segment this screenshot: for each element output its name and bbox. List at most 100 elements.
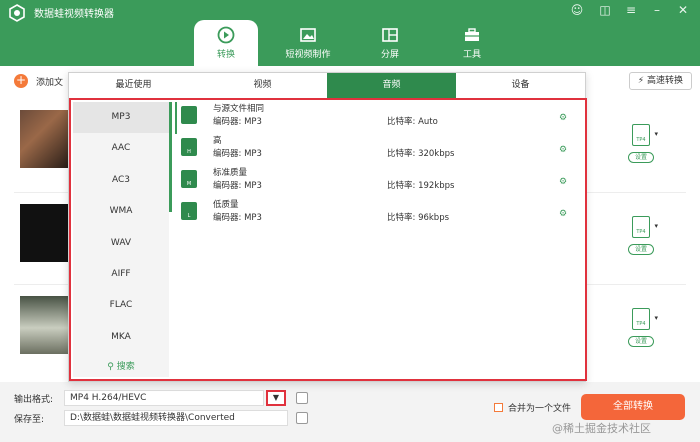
gear-icon[interactable]: ⚙ (559, 113, 567, 123)
format-badge: TP4 (636, 229, 646, 235)
row-settings-button[interactable]: 设置 (628, 336, 654, 347)
option-encoder: 编码器: MP3 (213, 213, 262, 223)
format-item-aac[interactable]: AAC (73, 133, 169, 164)
tab-short-video[interactable]: 短视频制作 (276, 20, 340, 66)
dark-video-thumbnail (20, 204, 68, 262)
checkbox-icon[interactable] (494, 403, 503, 412)
option-row[interactable]: 与源文件相同 编码器: MP3 比特率: Auto ⚙ (179, 102, 579, 132)
output-format-label: 输出格式: (14, 395, 54, 405)
format-list: MP3 AAC AC3 WMA WAV AIFF FLAC MKA (73, 102, 169, 377)
tab-split-screen-label: 分屏 (380, 50, 399, 60)
video-thumbnail[interactable] (20, 110, 68, 168)
tab-split-screen[interactable]: 分屏 (358, 20, 422, 66)
audio-quality-icon: M (181, 170, 197, 188)
plus-icon: + (14, 73, 28, 88)
settings-icon[interactable]: ≡ (624, 3, 638, 17)
landscape-video-thumbnail (20, 110, 68, 168)
format-item-flac[interactable]: FLAC (73, 290, 169, 321)
row-format-control[interactable]: TP4 ▾ 设置 (626, 308, 658, 347)
dropdown-arrow-icon[interactable]: ▾ (654, 222, 658, 230)
video-thumbnail[interactable] (20, 204, 68, 262)
split-screen-icon (382, 28, 398, 42)
dropdown-arrow-icon[interactable]: ▾ (654, 314, 658, 322)
option-bitrate: 比特率: 192kbps (387, 181, 455, 191)
fast-convert-button[interactable]: ⚡ 高速转换 (628, 72, 692, 90)
fast-convert-label: 高速转换 (646, 76, 683, 86)
output-format-field[interactable]: MP4 H.264/HEVC (64, 390, 264, 406)
close-icon[interactable]: ✕ (676, 3, 690, 17)
popup-tabs: 最近使用 视频 音频 设备 (69, 73, 585, 98)
save-path-field[interactable]: D:\数据蛙\数据蛙视频转换器\Converted (64, 410, 288, 426)
tab-device[interactable]: 设备 (456, 73, 585, 98)
audio-quality-icon: H (181, 138, 197, 156)
option-encoder: 编码器: MP3 (213, 181, 262, 191)
format-item-aiff[interactable]: AIFF (73, 259, 169, 290)
format-item-mp3[interactable]: MP3 (73, 102, 169, 134)
option-name: 与源文件相同 (213, 104, 265, 114)
watermark: @稀土掘金技术社区 (552, 422, 651, 435)
row-format-control[interactable]: TP4 ▾ 设置 (626, 216, 658, 255)
option-row[interactable]: L 低质量 编码器: MP3 比特率: 96kbps ⚙ (179, 198, 579, 228)
audio-quality-icon: L (181, 202, 197, 220)
format-item-ac3[interactable]: AC3 (73, 165, 169, 196)
convert-icon (217, 26, 235, 44)
merge-checkbox[interactable]: 合并为一个文件 (494, 401, 571, 414)
video-maker-icon (300, 28, 316, 42)
option-row[interactable]: M 标准质量 编码器: MP3 比特率: 192kbps ⚙ (179, 166, 579, 196)
format-popup: 最近使用 视频 音频 设备 MP3 AAC AC3 WMA WAV AIFF F… (68, 72, 587, 382)
app-header: 数据蛙视频转换器 ☺ ◫ ≡ – ✕ 转换 短视频制作 分屏 工具 (0, 0, 700, 66)
gift-icon[interactable]: ◫ (598, 3, 612, 17)
format-search[interactable]: ⚲ 搜索 (73, 359, 169, 375)
format-item-mka[interactable]: MKA (73, 322, 169, 353)
folder-icon[interactable] (296, 412, 308, 424)
option-name: 高 (213, 136, 222, 146)
format-item-wma[interactable]: WMA (73, 196, 169, 227)
gear-icon[interactable]: ⚙ (559, 145, 567, 155)
output-format-icon[interactable]: TP4 ▾ (632, 216, 658, 238)
tab-recent[interactable]: 最近使用 (69, 73, 198, 98)
format-settings-icon[interactable] (296, 392, 308, 404)
option-bitrate: 比特率: Auto (387, 117, 438, 127)
gear-icon[interactable]: ⚙ (559, 177, 567, 187)
tab-short-video-label: 短视频制作 (285, 50, 331, 60)
option-bitrate: 比特率: 96kbps (387, 213, 450, 223)
lightning-icon: ⚡ (637, 76, 645, 86)
tab-convert[interactable]: 转换 (194, 20, 258, 66)
format-list-scrollbar[interactable] (169, 102, 172, 212)
output-format-icon[interactable]: TP4 ▾ (632, 124, 658, 146)
app-title: 数据蛙视频转换器 (34, 9, 114, 20)
output-format-dropdown[interactable]: ▼ (266, 390, 286, 406)
user-icon[interactable]: ☺ (570, 3, 584, 17)
dropdown-arrow-icon[interactable]: ▾ (654, 130, 658, 138)
app-logo-icon (9, 4, 25, 22)
gear-icon[interactable]: ⚙ (559, 209, 567, 219)
convert-all-button[interactable]: 全部转换 (581, 394, 685, 420)
tab-tools[interactable]: 工具 (440, 20, 504, 66)
merge-label: 合并为一个文件 (508, 404, 572, 414)
tab-audio[interactable]: 音频 (327, 73, 456, 98)
option-name: 低质量 (213, 200, 239, 210)
option-scrollbar[interactable] (175, 102, 177, 134)
video-thumbnail[interactable] (20, 296, 68, 354)
row-settings-button[interactable]: 设置 (628, 244, 654, 255)
option-row[interactable]: H 高 编码器: MP3 比特率: 320kbps ⚙ (179, 134, 579, 164)
option-encoder: 编码器: MP3 (213, 117, 262, 127)
output-format-icon[interactable]: TP4 ▾ (632, 308, 658, 330)
option-bitrate: 比特率: 320kbps (387, 149, 455, 159)
minimize-icon[interactable]: – (650, 3, 664, 17)
option-encoder: 编码器: MP3 (213, 149, 262, 159)
save-to-label: 保存至: (14, 415, 45, 425)
tab-convert-label: 转换 (216, 50, 235, 60)
search-label: 搜索 (116, 362, 135, 372)
tab-video[interactable]: 视频 (198, 73, 327, 98)
row-format-control[interactable]: TP4 ▾ 设置 (626, 124, 658, 163)
format-item-wav[interactable]: WAV (73, 228, 169, 259)
row-settings-button[interactable]: 设置 (628, 152, 654, 163)
format-badge: TP4 (636, 137, 646, 143)
chevron-down-icon: ▼ (272, 393, 280, 402)
add-file-button[interactable]: + 添加文 (14, 74, 63, 88)
search-icon: ⚲ (107, 362, 114, 372)
audio-file-icon (181, 106, 197, 124)
flower-video-thumbnail (20, 296, 68, 354)
option-name: 标准质量 (213, 168, 248, 178)
